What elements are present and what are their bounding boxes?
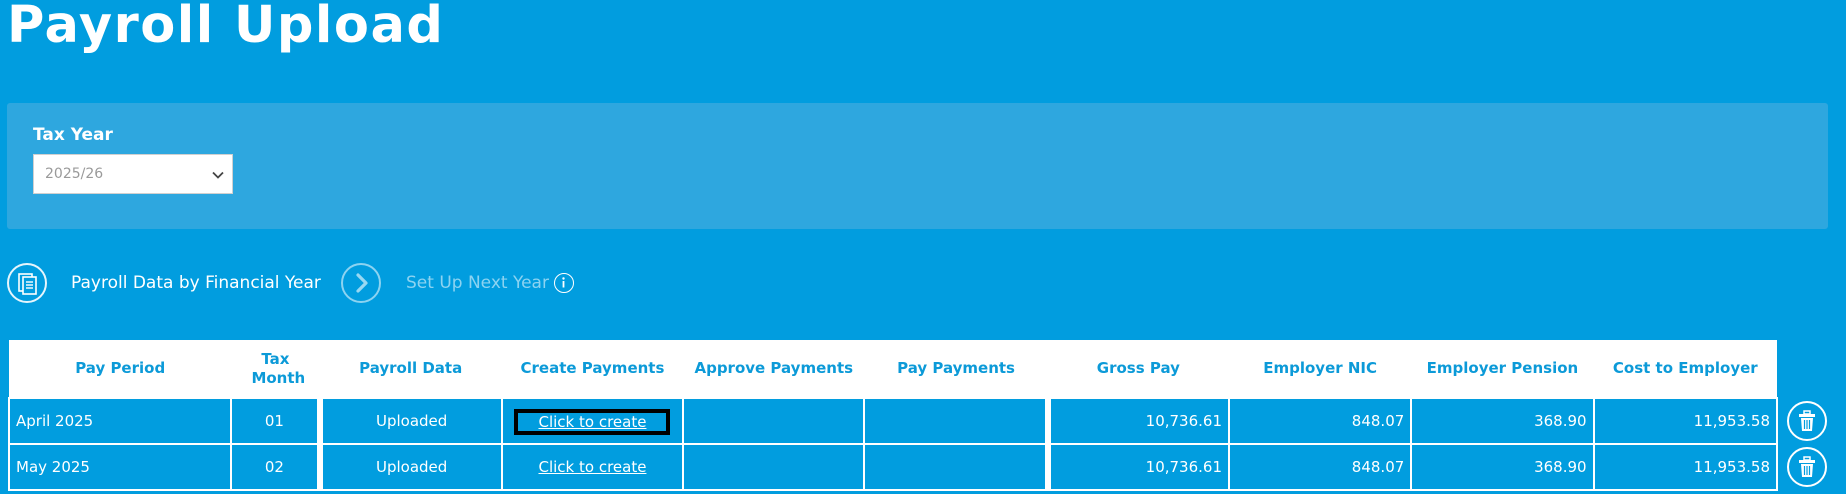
header-employer-pension: Employer Pension (1411, 340, 1594, 398)
cell-pay-period: April 2025 (7, 397, 233, 445)
click-to-create-link[interactable]: Click to create (514, 409, 671, 435)
table-header-row: Pay Period Tax Month Payroll Data Create… (9, 340, 1777, 398)
trash-icon (1799, 410, 1815, 431)
header-cost-to-employer: Cost to Employer (1593, 340, 1777, 398)
chevron-down-icon (212, 171, 224, 179)
header-payroll-data: Payroll Data (319, 340, 502, 398)
info-icon[interactable] (554, 273, 574, 293)
table-row: May 2025 02 Uploaded Click to create 10,… (7, 443, 1779, 491)
header-tax-month-text: Tax Month (251, 349, 306, 387)
payroll-table: Pay Period Tax Month Payroll Data Create… (7, 340, 1779, 491)
trash-icon (1799, 456, 1815, 477)
cell-payroll-data: Uploaded (316, 397, 503, 445)
cell-pay-period: May 2025 (7, 443, 233, 491)
cell-employer-pension: 368.90 (1410, 443, 1595, 491)
set-up-next-year-link[interactable]: Set Up Next Year (341, 263, 581, 305)
cell-payroll-data: Uploaded (316, 443, 503, 491)
cell-tax-month: 02 (230, 443, 321, 491)
tax-year-value: 2025/26 (45, 166, 104, 182)
cell-pay-payments (863, 397, 1049, 445)
cell-create-payments: Click to create (500, 397, 685, 445)
cell-approve-payments (682, 443, 866, 491)
documents-icon (7, 263, 47, 303)
tax-year-select[interactable]: 2025/26 (33, 154, 233, 194)
cell-pay-payments (863, 443, 1049, 491)
tax-year-label: Tax Year (33, 125, 113, 145)
cell-employer-nic: 848.07 (1227, 443, 1413, 491)
set-up-next-year-label: Set Up Next Year (406, 273, 549, 293)
cell-gross-pay: 10,736.61 (1044, 397, 1231, 445)
click-to-create-link[interactable]: Click to create (516, 454, 668, 480)
cell-employer-nic: 848.07 (1227, 397, 1413, 445)
cell-tax-month: 01 (230, 397, 321, 445)
header-pay-payments: Pay Payments (864, 340, 1048, 398)
delete-row-button[interactable] (1787, 447, 1827, 487)
cell-cost-to-employer: 11,953.58 (1592, 397, 1779, 445)
cell-create-payments: Click to create (500, 443, 685, 491)
header-tax-month: Tax Month (231, 340, 320, 398)
cell-gross-pay: 10,736.61 (1044, 443, 1231, 491)
page-title: Payroll Upload (7, 0, 445, 55)
header-approve-payments: Approve Payments (683, 340, 865, 398)
cell-approve-payments (682, 397, 866, 445)
header-create-payments: Create Payments (501, 340, 684, 398)
cell-employer-pension: 368.90 (1410, 397, 1595, 445)
payroll-data-by-year-label: Payroll Data by Financial Year (71, 273, 321, 293)
table-row: April 2025 01 Uploaded Click to create 1… (7, 397, 1779, 445)
filter-panel: Tax Year 2025/26 (7, 103, 1828, 229)
header-employer-nic: Employer NIC (1229, 340, 1412, 398)
header-gross-pay: Gross Pay (1047, 340, 1229, 398)
cell-cost-to-employer: 11,953.58 (1592, 443, 1779, 491)
chevron-right-icon (341, 263, 381, 303)
payroll-data-by-year-link[interactable]: Payroll Data by Financial Year (7, 263, 327, 305)
header-pay-period: Pay Period (9, 340, 232, 398)
delete-row-button[interactable] (1787, 401, 1827, 441)
